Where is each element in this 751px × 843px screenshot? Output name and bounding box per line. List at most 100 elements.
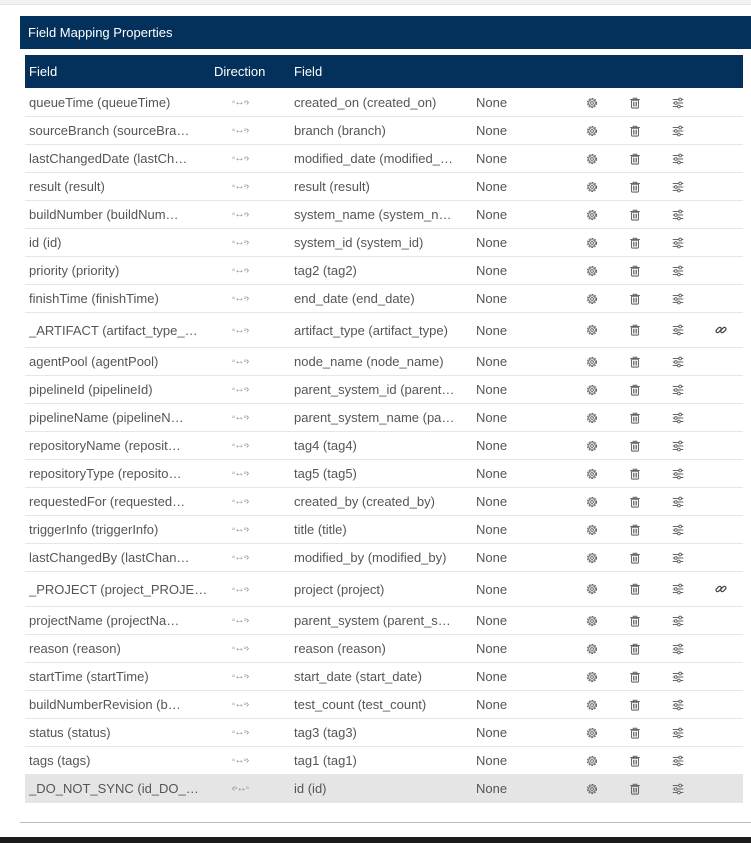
table-row[interactable]: buildNumberRevision (b… ◦↔◦› test_count (t… (25, 691, 743, 719)
sliders-icon[interactable] (669, 145, 687, 172)
table-row[interactable]: result (result) ◦↔◦› result (result) None (25, 173, 743, 201)
table-row[interactable]: lastChangedBy (lastChan… ◦↔◦› modified_by … (25, 544, 743, 572)
table-row[interactable]: triggerInfo (triggerInfo) ◦↔◦› title (titl… (25, 516, 743, 544)
direction-arrow-icon[interactable]: ◦↔◦› (223, 488, 257, 515)
gear-icon[interactable] (583, 775, 601, 802)
table-row[interactable]: repositoryName (reposit… ◦↔◦› tag4 (tag4) N… (25, 432, 743, 460)
trash-icon[interactable] (626, 516, 644, 543)
sliders-icon[interactable] (669, 663, 687, 690)
trash-icon[interactable] (626, 572, 644, 606)
trash-icon[interactable] (626, 201, 644, 228)
gear-icon[interactable] (583, 404, 601, 431)
gear-icon[interactable] (583, 285, 601, 312)
trash-icon[interactable] (626, 544, 644, 571)
trash-icon[interactable] (626, 89, 644, 116)
direction-arrow-icon[interactable]: ◦↔◦› (223, 691, 257, 718)
sliders-icon[interactable] (669, 117, 687, 144)
gear-icon[interactable] (583, 229, 601, 256)
direction-arrow-icon[interactable]: ◦↔◦› (223, 719, 257, 746)
sliders-icon[interactable] (669, 376, 687, 403)
sliders-icon[interactable] (669, 89, 687, 116)
table-row[interactable]: priority (priority) ◦↔◦› tag2 (tag2) None (25, 257, 743, 285)
trash-icon[interactable] (626, 285, 644, 312)
sliders-icon[interactable] (669, 719, 687, 746)
sliders-icon[interactable] (669, 607, 687, 634)
sliders-icon[interactable] (669, 572, 687, 606)
direction-arrow-icon[interactable]: ◦↔◦› (223, 201, 257, 228)
trash-icon[interactable] (626, 173, 644, 200)
gear-icon[interactable] (583, 488, 601, 515)
gear-icon[interactable] (583, 145, 601, 172)
gear-icon[interactable] (583, 635, 601, 662)
direction-arrow-icon[interactable]: ◦↔◦› (223, 572, 257, 606)
table-row[interactable]: sourceBranch (sourceBra… ◦↔◦› branch (bran… (25, 117, 743, 145)
table-row[interactable]: agentPool (agentPool) ◦↔◦› node_name (node… (25, 348, 743, 376)
table-row[interactable]: buildNumber (buildNum… ◦↔◦› system_name (s… (25, 201, 743, 229)
column-header-direction[interactable]: Direction (214, 55, 265, 88)
trash-icon[interactable] (626, 719, 644, 746)
trash-icon[interactable] (626, 229, 644, 256)
trash-icon[interactable] (626, 607, 644, 634)
sliders-icon[interactable] (669, 747, 687, 774)
sliders-icon[interactable] (669, 635, 687, 662)
sliders-icon[interactable] (669, 173, 687, 200)
table-row[interactable]: id (id) ◦↔◦› system_id (system_id) None (25, 229, 743, 257)
direction-arrow-icon[interactable]: ◦↔◦› (223, 257, 257, 284)
table-row[interactable]: status (status) ◦↔◦› tag3 (tag3) None (25, 719, 743, 747)
table-row[interactable]: _ARTIFACT (artifact_type_… ◦↔◦› artifact_t… (25, 313, 743, 348)
table-row[interactable]: projectName (projectNa… ◦↔◦› parent_system… (25, 607, 743, 635)
gear-icon[interactable] (583, 544, 601, 571)
sliders-icon[interactable] (669, 460, 687, 487)
table-row[interactable]: pipelineId (pipelineId) ◦↔◦› parent_system… (25, 376, 743, 404)
gear-icon[interactable] (583, 348, 601, 375)
sliders-icon[interactable] (669, 488, 687, 515)
sliders-icon[interactable] (669, 775, 687, 802)
trash-icon[interactable] (626, 404, 644, 431)
direction-arrow-icon[interactable]: ◦↔◦› (223, 516, 257, 543)
direction-arrow-icon[interactable]: ◦↔◦› (223, 747, 257, 774)
trash-icon[interactable] (626, 635, 644, 662)
direction-arrow-icon[interactable]: ◦↔◦› (223, 348, 257, 375)
sliders-icon[interactable] (669, 313, 687, 347)
direction-arrow-icon[interactable]: ◦↔◦› (223, 313, 257, 347)
table-row[interactable]: reason (reason) ◦↔◦› reason (reason) None (25, 635, 743, 663)
gear-icon[interactable] (583, 460, 601, 487)
trash-icon[interactable] (626, 376, 644, 403)
trash-icon[interactable] (626, 747, 644, 774)
sliders-icon[interactable] (669, 516, 687, 543)
direction-arrow-icon[interactable]: ‹◦↔◦ (223, 775, 257, 802)
sliders-icon[interactable] (669, 432, 687, 459)
table-row[interactable]: lastChangedDate (lastCh… ◦↔◦› modified_dat… (25, 145, 743, 173)
table-row[interactable]: _DO_NOT_SYNC (id_DO_… ‹◦↔◦ id (id) None (25, 775, 743, 803)
sliders-icon[interactable] (669, 257, 687, 284)
trash-icon[interactable] (626, 145, 644, 172)
table-row[interactable]: repositoryType (reposito… ◦↔◦› tag5 (tag5)… (25, 460, 743, 488)
direction-arrow-icon[interactable]: ◦↔◦› (223, 460, 257, 487)
column-header-source-field[interactable]: Field (29, 55, 57, 88)
link-icon[interactable] (712, 313, 730, 347)
link-icon[interactable] (712, 572, 730, 606)
gear-icon[interactable] (583, 572, 601, 606)
table-row[interactable]: _PROJECT (project_PROJE… ◦↔◦› project (pro… (25, 572, 743, 607)
direction-arrow-icon[interactable]: ◦↔◦› (223, 376, 257, 403)
trash-icon[interactable] (626, 488, 644, 515)
gear-icon[interactable] (583, 173, 601, 200)
trash-icon[interactable] (626, 257, 644, 284)
direction-arrow-icon[interactable]: ◦↔◦› (223, 117, 257, 144)
sliders-icon[interactable] (669, 544, 687, 571)
trash-icon[interactable] (626, 432, 644, 459)
gear-icon[interactable] (583, 89, 601, 116)
gear-icon[interactable] (583, 201, 601, 228)
sliders-icon[interactable] (669, 201, 687, 228)
direction-arrow-icon[interactable]: ◦↔◦› (223, 544, 257, 571)
gear-icon[interactable] (583, 313, 601, 347)
table-row[interactable]: queueTime (queueTime) ◦↔◦› created_on (cre… (25, 89, 743, 117)
table-row[interactable]: pipelineName (pipelineN… ◦↔◦› parent_syste… (25, 404, 743, 432)
direction-arrow-icon[interactable]: ◦↔◦› (223, 229, 257, 256)
gear-icon[interactable] (583, 257, 601, 284)
trash-icon[interactable] (626, 460, 644, 487)
trash-icon[interactable] (626, 691, 644, 718)
trash-icon[interactable] (626, 775, 644, 802)
gear-icon[interactable] (583, 663, 601, 690)
direction-arrow-icon[interactable]: ◦↔◦› (223, 89, 257, 116)
